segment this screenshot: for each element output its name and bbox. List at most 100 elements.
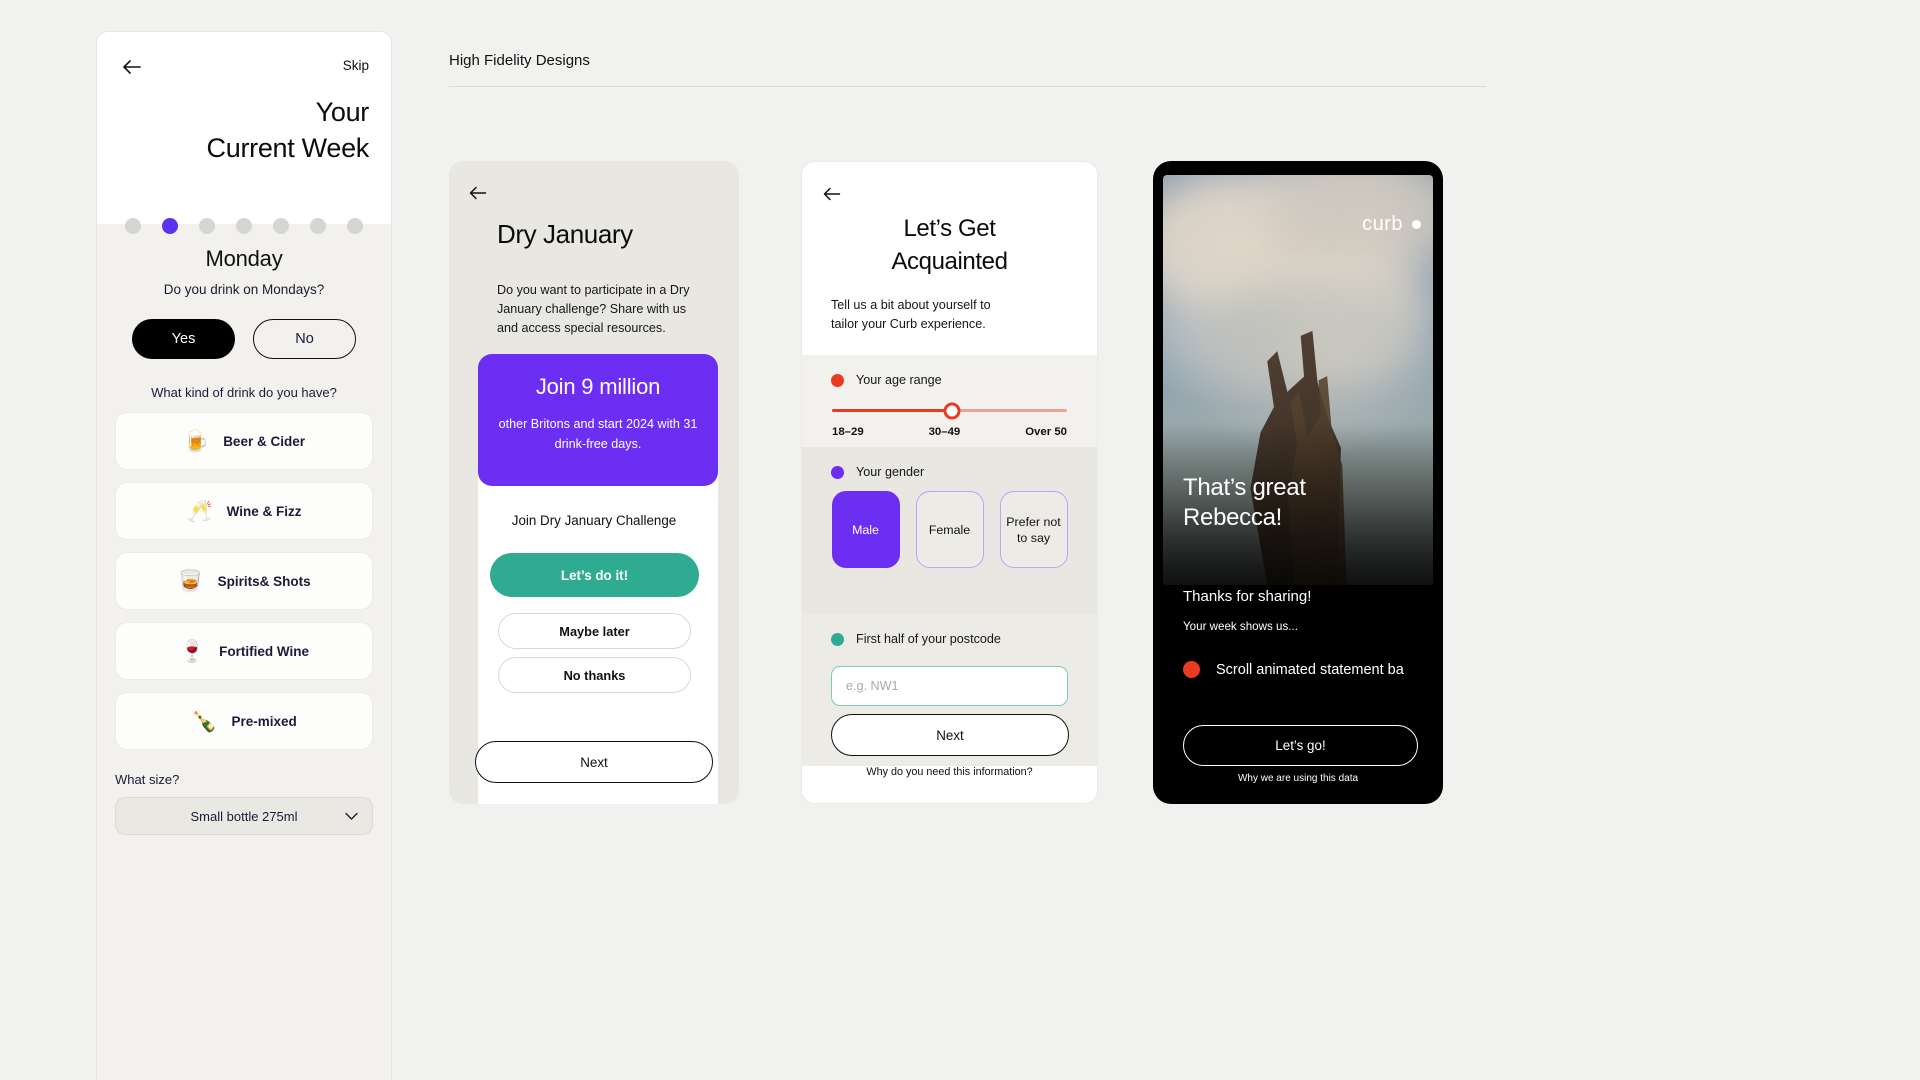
age-range-header: Your age range [802,355,1097,387]
gender-option-male[interactable]: Male [831,491,900,568]
progress-dot-1[interactable] [125,218,141,234]
curb-logo: curb [1362,213,1421,236]
acquainted-title-line1: Let’s Get [903,215,996,242]
next-button[interactable]: Next [831,714,1069,756]
dry-january-title: Dry January [497,219,633,249]
drink-option-label: Pre-mixed [231,713,297,729]
drink-option-fortified-wine[interactable]: 🍷 Fortified Wine [115,622,373,680]
slider-tick-labels: 18–29 30–49 Over 50 [832,426,1067,438]
age-range-section: Your age range 18–29 30–49 Over 50 [802,355,1097,447]
age-range-label: Your age range [856,373,942,387]
progress-dots [97,218,391,234]
next-button[interactable]: Next [475,741,713,783]
red-wine-glass-icon: 🍷 [178,639,206,663]
postcode-input[interactable]: e.g. NW1 [831,666,1068,706]
acquainted-subtitle: Tell us a bit about yourself to tailor y… [831,298,991,331]
page-title: Your Current Week [206,94,370,166]
red-dot-icon [1183,661,1200,678]
back-arrow-icon[interactable] [466,181,490,205]
drink-option-label: Fortified Wine [219,643,310,659]
join-million-subtext: other Britons and start 2024 with 31 dri… [498,417,698,451]
phone-headline: That’s great Rebecca! [1183,473,1306,533]
scroll-statement-row: Scroll animated statement ba [1183,661,1404,678]
drink-option-pre-mixed[interactable]: 🍾 Pre-mixed [115,692,373,750]
why-data-link[interactable]: Why we are using this data [1153,773,1443,784]
postcode-header: First half of your postcode [802,614,1097,646]
join-million-headline: Join 9 million [535,374,661,399]
gender-option-prefer-not-to-say[interactable]: Prefer not to say [999,491,1068,568]
drink-option-label: Beer & Cider [223,433,305,449]
size-dropdown-value: Small bottle 275ml [190,808,298,824]
progress-dot-6[interactable] [310,218,326,234]
slider-tick-2: 30–49 [928,426,961,438]
no-button[interactable]: No [253,319,356,359]
lets-do-it-button[interactable]: Let’s do it! [490,553,699,597]
back-arrow-icon[interactable] [119,54,145,80]
chevron-down-icon [345,809,358,824]
gender-options: Male Female Prefer not to say [802,491,1097,568]
drink-option-beer[interactable]: 🍺 Beer & Cider [115,412,373,470]
week-text: Your week shows us... [1183,620,1298,633]
acquainted-title-line2: Acquainted [891,248,1008,275]
page-title-line2: Current Week [206,133,370,163]
yes-no-group: Yes No [115,319,373,359]
acquainted-panel: Let’s Get Acquainted Tell us a bit about… [801,161,1098,804]
teal-dot-icon [831,632,844,646]
drink-options-list: 🍺 Beer & Cider 🥂 Wine & Fizz 🥃 Spirits& … [115,412,373,750]
progress-dot-3[interactable] [199,218,215,234]
curb-logo-text: curb [1362,213,1403,235]
gender-option-female[interactable]: Female [915,491,984,568]
no-thanks-button[interactable]: No thanks [498,657,691,693]
maybe-later-button[interactable]: Maybe later [498,613,691,649]
current-week-body: Monday Do you drink on Mondays? Yes No W… [97,224,391,1080]
slider-tick-3: Over 50 [1025,426,1067,438]
drink-option-label: Spirits& Shots [217,573,311,589]
back-arrow-icon[interactable] [820,182,844,206]
champagne-flute-icon: 🥂 [186,499,213,523]
progress-dot-7[interactable] [347,218,363,234]
section-title: High Fidelity Designs [449,52,590,69]
gender-label: Your gender [856,465,925,479]
join-challenge-label: Join Dry January Challenge [511,513,677,528]
size-dropdown[interactable]: Small bottle 275ml [115,797,373,835]
slider-fill [832,409,952,412]
phone-headline-line1: That’s great [1183,474,1306,501]
join-million-card: Join 9 million other Britons and start 2… [478,354,718,486]
age-range-slider[interactable]: 18–29 30–49 Over 50 [832,402,1067,438]
drink-option-label: Wine & Fizz [226,503,302,519]
slider-track[interactable] [832,402,1067,419]
thanks-text: Thanks for sharing! [1183,588,1312,605]
drink-option-wine-fizz[interactable]: 🥂 Wine & Fizz [115,482,373,540]
dry-january-description: Do you want to participate in a Dry Janu… [497,283,690,335]
violet-dot-icon [831,465,844,479]
postcode-label: First half of your postcode [856,632,1001,646]
day-title: Monday [205,246,283,271]
red-dot-icon [831,373,844,387]
skip-button[interactable]: Skip [343,58,369,73]
dry-january-panel: Dry January Do you want to participate i… [449,161,739,804]
drink-question: What kind of drink do you have? [151,385,337,400]
progress-dot-5[interactable] [273,218,289,234]
slider-tick-1: 18–29 [832,426,864,438]
page-title-line1: Your [315,97,370,127]
gender-section: Your gender Male Female Prefer not to sa… [802,447,1097,614]
current-week-header: Skip Your Current Week [97,32,391,234]
phone-mockup: curb That’s great Rebecca! Thanks for sh… [1153,161,1443,804]
progress-dot-2[interactable] [162,218,178,234]
why-info-link[interactable]: Why do you need this information? [802,766,1097,778]
scroll-statement-text: Scroll animated statement ba [1216,661,1404,678]
progress-dot-4[interactable] [236,218,252,234]
yes-button[interactable]: Yes [132,319,235,359]
bottle-icon: 🍾 [191,709,218,733]
curb-logo-dot-icon [1412,220,1421,229]
day-question: Do you drink on Mondays? [163,282,325,297]
beer-glass-icon: 🍺 [183,429,210,453]
gender-header: Your gender [802,447,1097,479]
section-divider [449,86,1486,87]
phone-headline-line2: Rebecca! [1183,504,1282,531]
slider-handle[interactable] [943,402,961,419]
lets-go-button[interactable]: Let’s go! [1183,725,1418,766]
current-week-panel: Skip Your Current Week Monday Do you dri… [96,31,392,1080]
drink-option-spirits[interactable]: 🥃 Spirits& Shots [115,552,373,610]
whisky-tumbler-icon: 🥃 [177,569,204,593]
